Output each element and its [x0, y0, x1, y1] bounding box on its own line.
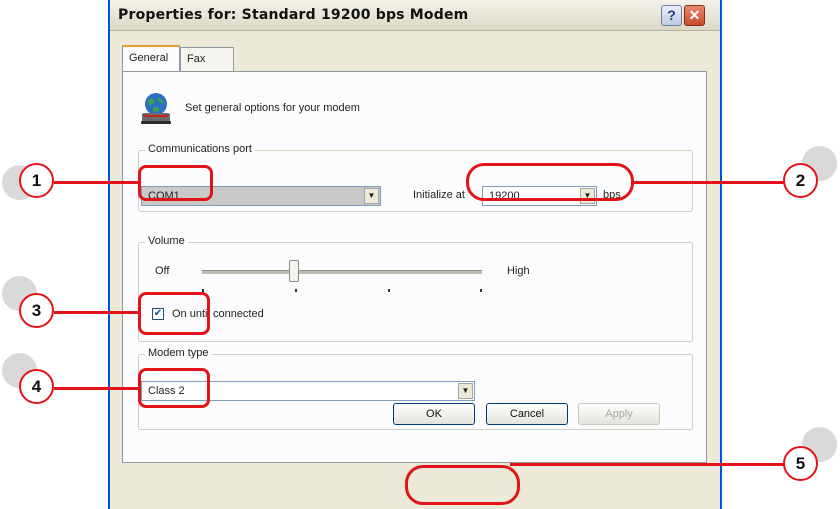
initialize-at-label: Initialize at — [413, 189, 465, 201]
close-button[interactable]: ✕ — [684, 5, 705, 26]
slider-tick — [295, 289, 297, 292]
properties-dialog: Properties for: Standard 19200 bps Modem… — [108, 0, 722, 509]
callout-line — [54, 311, 140, 314]
callout-line — [510, 463, 784, 466]
modem-type-legend: Modem type — [145, 347, 212, 359]
callout-number: 5 — [783, 446, 818, 481]
title-bar[interactable]: Properties for: Standard 19200 bps Modem… — [110, 0, 720, 31]
slider-tick — [388, 289, 390, 292]
tab-fax[interactable]: Fax — [180, 47, 234, 71]
callout-number: 2 — [783, 163, 818, 198]
callout-number: 4 — [19, 369, 54, 404]
help-button[interactable]: ? — [661, 5, 682, 26]
callout-highlight-com-port — [138, 165, 213, 201]
callout-number: 3 — [19, 293, 54, 328]
description-text: Set general options for your modem — [185, 102, 360, 114]
cancel-button[interactable]: Cancel — [486, 403, 568, 425]
callout-highlight-checkbox — [138, 292, 210, 335]
volume-high-label: High — [507, 265, 530, 277]
callout-line — [54, 387, 140, 390]
window-title: Properties for: Standard 19200 bps Modem — [118, 7, 469, 23]
callout-line — [54, 181, 140, 184]
volume-legend: Volume — [145, 235, 188, 247]
volume-slider-track[interactable] — [202, 270, 482, 274]
chevron-down-icon[interactable]: ▼ — [458, 383, 473, 399]
volume-slider-thumb[interactable] — [289, 260, 300, 282]
slider-tick — [480, 289, 482, 292]
volume-off-label: Off — [155, 265, 170, 277]
ok-button[interactable]: OK — [393, 403, 475, 425]
tab-general[interactable]: General — [122, 45, 180, 72]
callout-highlight-baud-rate — [466, 163, 634, 201]
chevron-down-icon[interactable]: ▼ — [364, 188, 379, 204]
callout-number: 1 — [19, 163, 54, 198]
comm-port-legend: Communications port — [145, 143, 255, 155]
callout-highlight-modem-type — [138, 368, 210, 408]
callout-highlight-ok — [405, 465, 520, 505]
apply-button: Apply — [578, 403, 660, 425]
callout-line — [634, 181, 784, 184]
volume-group: Volume — [138, 235, 693, 342]
modem-globe-icon — [141, 93, 171, 124]
